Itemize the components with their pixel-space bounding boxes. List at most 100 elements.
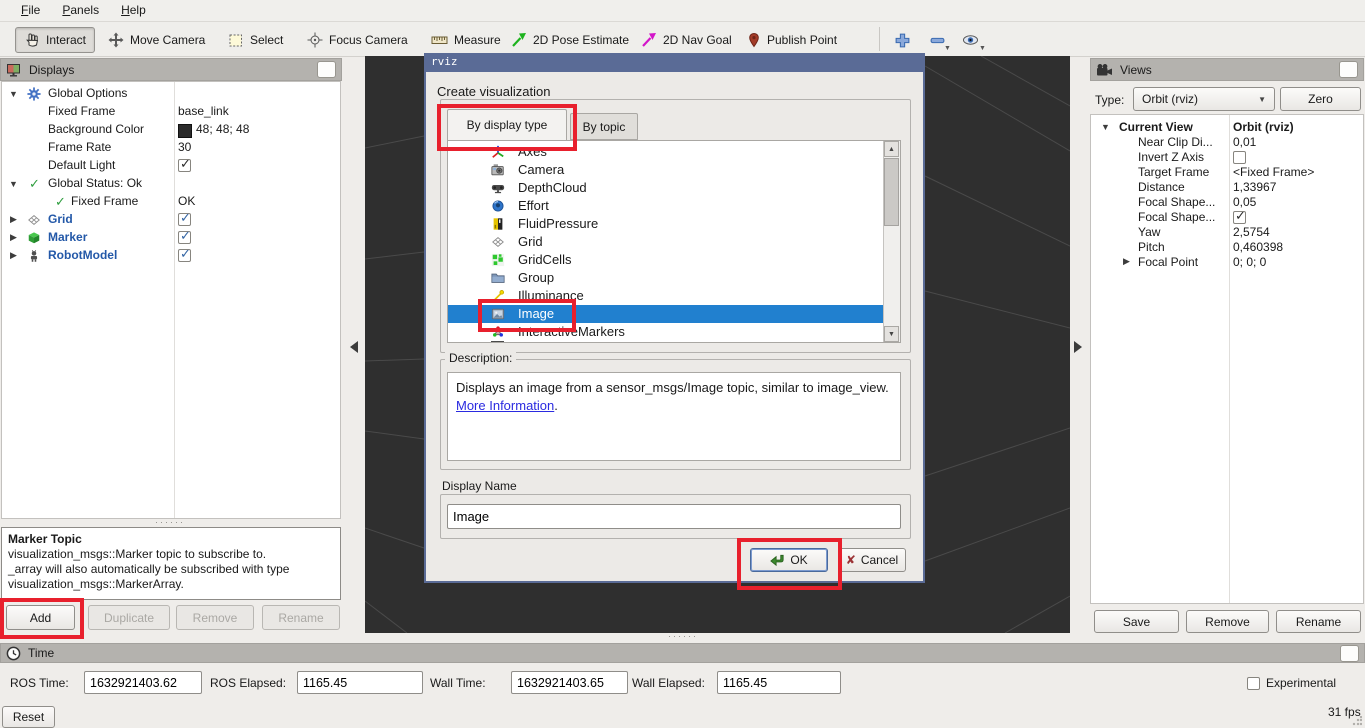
view-type-combobox[interactable]: Orbit (rviz) ▼ xyxy=(1133,87,1275,111)
ros-elapsed-input[interactable] xyxy=(297,671,423,694)
list-scrollbar[interactable]: ▲ ▼ xyxy=(883,141,900,342)
tree-row-distance[interactable]: Distance 1,33967 xyxy=(1091,180,1363,195)
remove-display-button[interactable]: Remove xyxy=(176,605,254,630)
tree-row-focal-shape-size[interactable]: Focal Shape... 0,05 xyxy=(1091,195,1363,210)
row-value[interactable]: 0,460398 xyxy=(1233,240,1283,254)
list-item-gridcells[interactable]: GridCells xyxy=(448,251,885,269)
select-tool-button[interactable]: Select xyxy=(220,27,291,53)
displays-panel-float-button[interactable] xyxy=(317,61,336,78)
list-item-group[interactable]: Group xyxy=(448,269,885,287)
zoom-in-button[interactable] xyxy=(886,27,919,53)
color-swatch[interactable] xyxy=(178,124,192,138)
expander-down-icon[interactable]: ▼ xyxy=(9,180,18,189)
list-item-interactivemarkers[interactable]: InteractiveMarkers xyxy=(448,323,885,341)
list-item-depthcloud[interactable]: DepthCloud xyxy=(448,179,885,197)
expander-down-icon[interactable]: ▼ xyxy=(1101,123,1110,132)
list-item-image-selected[interactable]: Image xyxy=(448,305,885,323)
grid-enabled-checkbox[interactable] xyxy=(178,213,191,226)
measure-tool-button[interactable]: Measure xyxy=(423,27,509,53)
row-value[interactable]: 1,33967 xyxy=(1233,180,1276,194)
focal-shape-checkbox[interactable] xyxy=(1233,211,1246,224)
scrollbar-thumb[interactable] xyxy=(884,158,899,226)
cancel-button[interactable]: ✘ Cancel xyxy=(838,548,906,572)
tab-by-display-type[interactable]: By display type xyxy=(447,109,567,140)
horizontal-splitter-handle[interactable]: ······ xyxy=(668,631,698,641)
nav-goal-tool-button[interactable]: 2D Nav Goal xyxy=(633,27,740,53)
tree-row-global-status[interactable]: ▼ ✓ Global Status: Ok xyxy=(2,175,340,193)
row-value[interactable]: 0,05 xyxy=(1233,195,1256,209)
list-item-axes[interactable]: Axes xyxy=(448,143,885,161)
list-item-camera[interactable]: Camera xyxy=(448,161,885,179)
tree-row-yaw[interactable]: Yaw 2,5754 xyxy=(1091,225,1363,240)
wall-elapsed-input[interactable] xyxy=(717,671,841,694)
expander-right-icon[interactable]: ▶ xyxy=(10,251,17,260)
display-name-input[interactable] xyxy=(447,504,901,529)
tree-row-pitch[interactable]: Pitch 0,460398 xyxy=(1091,240,1363,255)
tree-row-focal-point[interactable]: ▶ Focal Point 0; 0; 0 xyxy=(1091,255,1363,270)
views-panel-float-button[interactable] xyxy=(1339,61,1358,78)
list-item-fluidpressure[interactable]: FluidPressure xyxy=(448,215,885,233)
tree-row-current-view[interactable]: ▼ Current View Orbit (rviz) xyxy=(1091,120,1363,135)
tree-row-invert-z[interactable]: Invert Z Axis xyxy=(1091,150,1363,165)
scroll-down-button[interactable]: ▼ xyxy=(884,326,899,342)
row-value[interactable]: 2,5754 xyxy=(1233,225,1270,239)
expander-down-icon[interactable]: ▼ xyxy=(9,90,18,99)
collapse-right-panel-arrow[interactable] xyxy=(1074,341,1082,353)
interact-tool-button[interactable]: Interact xyxy=(15,27,95,53)
menu-file[interactable]: File xyxy=(10,1,51,20)
menu-help[interactable]: Help xyxy=(110,1,157,20)
wall-time-input[interactable] xyxy=(511,671,628,694)
more-information-link[interactable]: More Information xyxy=(456,398,554,413)
tree-row-focal-shape-fixed[interactable]: Focal Shape... xyxy=(1091,210,1363,225)
rename-display-button[interactable]: Rename xyxy=(262,605,340,630)
collapse-left-panel-arrow[interactable] xyxy=(350,341,358,353)
displays-splitter-handle[interactable]: ······ xyxy=(155,517,185,527)
invert-z-checkbox[interactable] xyxy=(1233,151,1246,164)
tree-row-background-color[interactable]: Background Color 48; 48; 48 xyxy=(2,121,340,139)
tree-row-frame-rate[interactable]: Frame Rate 30 xyxy=(2,139,340,157)
zoom-out-dropdown-arrow[interactable]: ▼ xyxy=(944,45,951,52)
default-light-checkbox[interactable] xyxy=(178,159,191,172)
display-type-list[interactable]: Axes Camera DepthCloud Effort FluidPress… xyxy=(447,140,901,343)
move-camera-tool-button[interactable]: Move Camera xyxy=(100,27,213,53)
menu-panels[interactable]: Panels xyxy=(51,1,110,20)
tree-row-grid-display[interactable]: ▶ Grid xyxy=(2,211,340,229)
experimental-checkbox[interactable] xyxy=(1247,677,1260,690)
row-value[interactable]: <Fixed Frame> xyxy=(1233,165,1314,179)
publish-point-tool-button[interactable]: Publish Point xyxy=(739,27,845,53)
add-display-button[interactable]: Add xyxy=(6,605,75,630)
tree-row-marker-display[interactable]: ▶ Marker xyxy=(2,229,340,247)
tree-row-global-options[interactable]: ▼ Global Options xyxy=(2,85,340,103)
row-value[interactable]: 48; 48; 48 xyxy=(196,122,249,136)
marker-enabled-checkbox[interactable] xyxy=(178,231,191,244)
list-item-illuminance[interactable]: Illuminance xyxy=(448,287,885,305)
focus-camera-tool-button[interactable]: Focus Camera xyxy=(299,27,416,53)
remove-view-button[interactable]: Remove xyxy=(1186,610,1269,633)
save-view-button[interactable]: Save xyxy=(1094,610,1179,633)
row-value[interactable]: 30 xyxy=(178,140,191,154)
time-panel-float-button[interactable] xyxy=(1340,645,1359,662)
tree-row-near-clip[interactable]: Near Clip Di... 0,01 xyxy=(1091,135,1363,150)
expander-right-icon[interactable]: ▶ xyxy=(10,233,17,242)
scroll-up-button[interactable]: ▲ xyxy=(884,141,899,157)
rename-view-button[interactable]: Rename xyxy=(1276,610,1361,633)
tab-by-topic[interactable]: By topic xyxy=(570,113,638,140)
visibility-dropdown-arrow[interactable]: ▼ xyxy=(979,45,986,52)
row-value[interactable]: base_link xyxy=(178,104,229,118)
tree-row-target-frame[interactable]: Target Frame <Fixed Frame> xyxy=(1091,165,1363,180)
list-item-effort[interactable]: Effort xyxy=(448,197,885,215)
ros-time-input[interactable] xyxy=(84,671,202,694)
zero-view-button[interactable]: Zero xyxy=(1280,87,1361,111)
duplicate-display-button[interactable]: Duplicate xyxy=(88,605,170,630)
expander-right-icon[interactable]: ▶ xyxy=(10,215,17,224)
tree-row-fixed-frame[interactable]: Fixed Frame base_link xyxy=(2,103,340,121)
row-value[interactable]: 0,01 xyxy=(1233,135,1256,149)
views-panel-header[interactable]: Views xyxy=(1090,58,1364,81)
dialog-titlebar[interactable]: rviz xyxy=(424,53,925,70)
list-item-grid[interactable]: Grid xyxy=(448,233,885,251)
tree-row-robotmodel-display[interactable]: ▶ RobotModel xyxy=(2,247,340,265)
tree-row-fixed-frame-status[interactable]: ✓ Fixed Frame OK xyxy=(2,193,340,211)
row-value[interactable]: 0; 0; 0 xyxy=(1233,255,1266,269)
tree-row-default-light[interactable]: Default Light xyxy=(2,157,340,175)
displays-panel-header[interactable]: Displays xyxy=(0,58,342,81)
